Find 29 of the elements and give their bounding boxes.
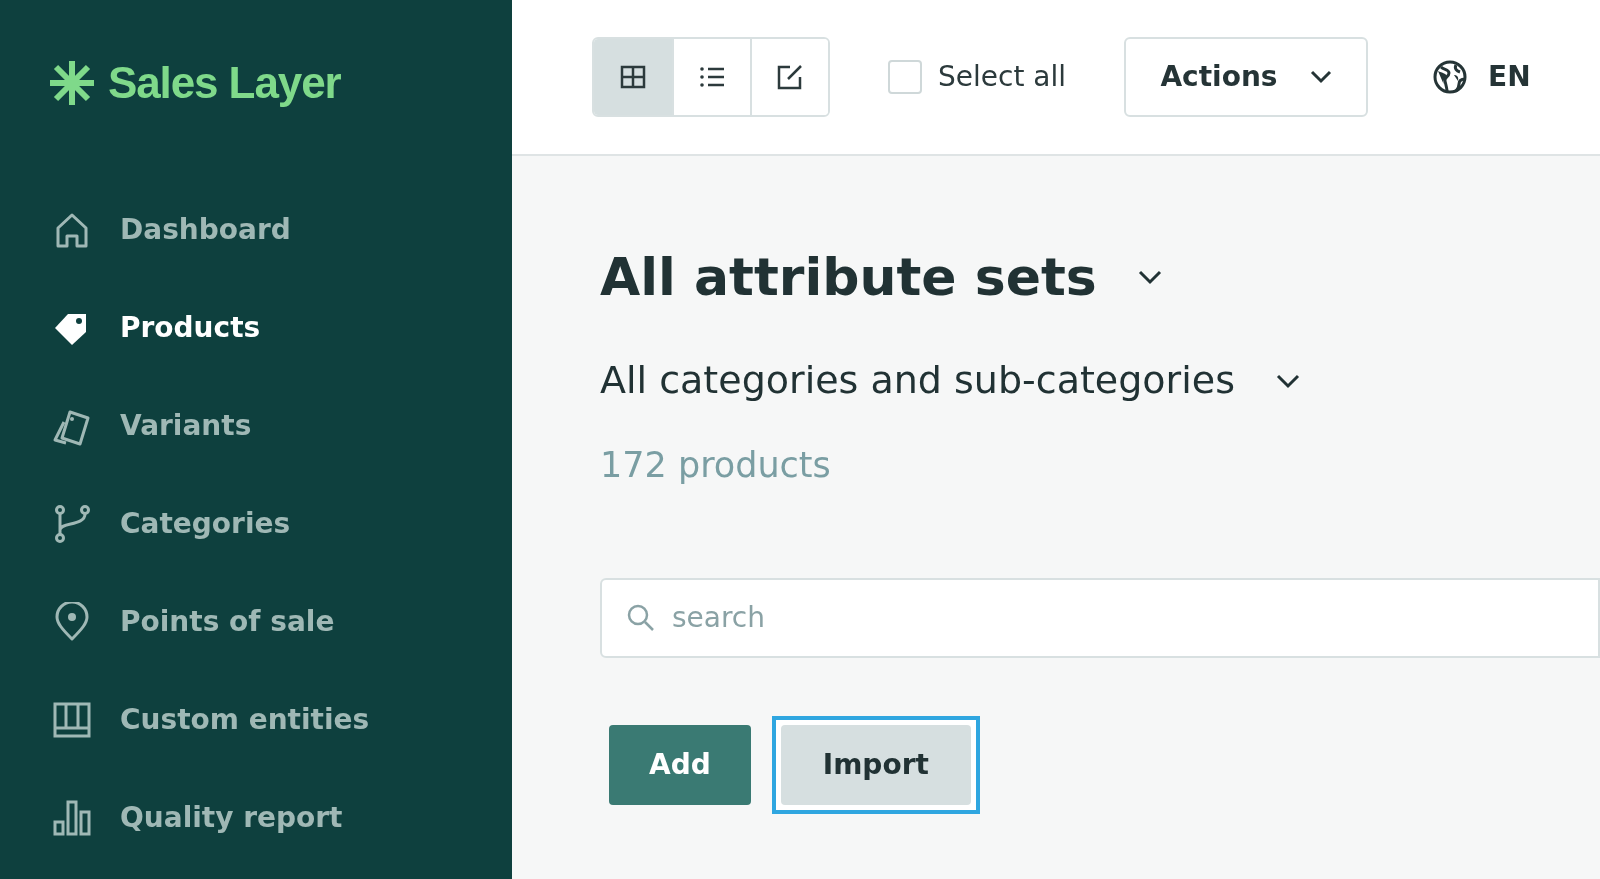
view-toggle[interactable] <box>594 39 672 115</box>
product-count: 172 products <box>600 444 832 487</box>
sidebar-item[interactable]: Products <box>0 279 512 377</box>
globe-icon <box>1432 59 1468 95</box>
chevron-down-icon <box>1309 70 1332 84</box>
sidebar-item[interactable]: Dashboard <box>0 181 512 279</box>
chevron-down-icon[interactable] <box>1136 269 1163 285</box>
asterisk-logo-icon <box>48 58 96 107</box>
sidebar-item[interactable]: Custom entities <box>0 671 512 769</box>
actions-dropdown[interactable]: Actions <box>1124 37 1368 117</box>
table-icon <box>52 700 92 740</box>
page-title: All attribute sets <box>600 246 1097 309</box>
branch-icon <box>52 504 92 544</box>
sidebar-item[interactable]: Variants <box>0 377 512 475</box>
sidebar-item[interactable]: Categories <box>0 475 512 573</box>
language-selector[interactable]: EN <box>1432 56 1531 98</box>
edit-icon <box>776 63 804 91</box>
select-all-checkbox[interactable]: Select all <box>888 56 1066 98</box>
import-button[interactable]: Import <box>771 715 980 814</box>
grid-view-icon <box>619 63 647 91</box>
view-toggle[interactable] <box>750 39 828 115</box>
sidebar-item[interactable]: Points of sale <box>0 573 512 671</box>
sidebar-item[interactable]: Quality report <box>0 769 512 867</box>
search-icon <box>626 602 656 633</box>
logo-text: Sales Layer <box>108 56 341 109</box>
search-field[interactable]: search <box>600 577 1600 658</box>
chevron-down-icon[interactable] <box>1274 372 1301 389</box>
bar-chart-icon <box>52 798 92 838</box>
category-filter[interactable]: All categories and sub-categories <box>600 352 1235 409</box>
